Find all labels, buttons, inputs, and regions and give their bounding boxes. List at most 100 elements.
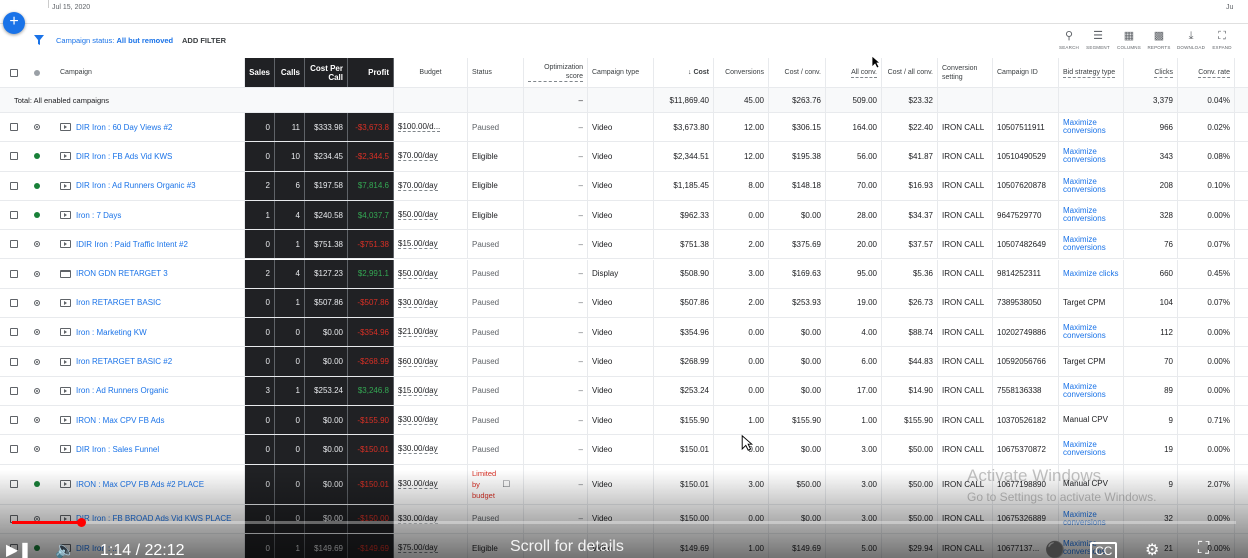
fullscreen-icon[interactable]: ⛶ — [1198, 540, 1209, 558]
cell-bid[interactable]: Target CPM — [1059, 288, 1124, 318]
status-dot[interactable] — [28, 406, 46, 434]
campaign-name-link[interactable]: Iron RETARGET BASIC — [76, 298, 161, 307]
row-checkbox[interactable] — [0, 406, 28, 434]
cell-budget[interactable]: $70.00/day — [394, 142, 468, 171]
cell-budget[interactable]: $21.00/day — [394, 318, 468, 347]
col-profit[interactable]: Profit — [348, 58, 394, 87]
campaign-name-link[interactable]: IRON GDN RETARGET 3 — [76, 269, 168, 278]
campaign-name-link[interactable]: DIR Iron : Ad Runners Organic #3 — [76, 181, 196, 190]
col-clicks[interactable]: Clicks — [1124, 58, 1178, 87]
col-calls[interactable]: Calls — [275, 58, 305, 87]
col-cost[interactable]: ↓ Cost — [654, 58, 714, 87]
table-row[interactable]: DIR Iron : Sales Funnel 0 0 $0.00 -$150.01 $3… — [0, 435, 1248, 465]
col-campaign-type[interactable]: Campaign type — [588, 58, 654, 87]
campaign-status-filter[interactable]: Campaign status: All but removed — [56, 36, 173, 45]
row-checkbox[interactable] — [0, 377, 28, 405]
col-campaign[interactable]: Campaign — [56, 58, 245, 87]
campaign-name-link[interactable]: Iron : Marketing KW — [76, 328, 147, 337]
col-cost-per-conv[interactable]: Cost / conv. — [769, 58, 826, 87]
volume-icon[interactable]: 🔈 — [55, 540, 75, 558]
cell-bid[interactable]: Maximize conversions — [1059, 171, 1124, 200]
status-dot[interactable] — [28, 289, 46, 317]
row-checkbox[interactable] — [0, 172, 28, 200]
row-checkbox[interactable] — [0, 260, 28, 288]
select-all-checkbox[interactable] — [0, 58, 28, 87]
row-checkbox[interactable] — [0, 230, 28, 258]
cell-bid[interactable]: Maximize conversions — [1059, 318, 1124, 347]
status-dot[interactable] — [28, 142, 46, 170]
columns-button[interactable]: ▦ COLUMNS — [1114, 30, 1144, 50]
status-dot[interactable] — [28, 113, 46, 141]
cell-budget[interactable]: $30.00/day — [394, 406, 468, 435]
cell-budget[interactable]: $30.00/day — [394, 288, 468, 318]
col-cost-all-conv[interactable]: Cost / all conv. — [882, 58, 938, 87]
progress-bar[interactable] — [12, 518, 1236, 527]
download-button[interactable]: ⤓ DOWNLOAD — [1176, 30, 1206, 50]
cell-bid[interactable]: Maximize conversions — [1059, 200, 1124, 230]
row-checkbox[interactable] — [0, 289, 28, 317]
table-row[interactable]: IRON GDN RETARGET 3 2 4 $127.23 $2,991.1 $50.… — [0, 259, 1248, 289]
search-button[interactable]: ⚲ SEARCH — [1054, 30, 1084, 50]
filter-icon[interactable] — [34, 35, 44, 45]
table-row[interactable]: Iron : Ad Runners Organic 3 1 $253.24 $3,246… — [0, 376, 1248, 406]
table-row[interactable]: Iron : Marketing KW 0 0 $0.00 -$354.96 $21.00… — [0, 318, 1248, 348]
row-checkbox[interactable] — [0, 318, 28, 346]
campaign-name-link[interactable]: Iron : 7 Days — [76, 211, 121, 220]
cell-bid[interactable]: Maximize conversions — [1059, 376, 1124, 405]
reports-button[interactable]: ▩ REPORTS — [1144, 30, 1174, 50]
cell-budget[interactable]: $70.00/day — [394, 171, 468, 200]
cell-budget[interactable]: $30.00/day — [394, 464, 468, 504]
cell-bid[interactable]: Maximize conversions — [1059, 230, 1124, 259]
trend-icon[interactable]: ☐ — [502, 479, 510, 490]
progress-scrubber[interactable] — [76, 518, 86, 527]
cell-bid[interactable]: Target CPM — [1059, 347, 1124, 376]
status-dot[interactable] — [28, 172, 46, 200]
cell-bid[interactable]: Maximize conversions — [1059, 435, 1124, 464]
campaign-name-link[interactable]: DIR Iron : 60 Day Views #2 — [76, 123, 172, 132]
row-checkbox[interactable] — [0, 201, 28, 229]
table-row[interactable]: Iron RETARGET BASIC #2 0 0 $0.00 -$268.99 $60… — [0, 347, 1248, 377]
status-dot[interactable] — [28, 260, 46, 288]
status-dot[interactable] — [28, 377, 46, 405]
cell-budget[interactable]: $60.00/day — [394, 347, 468, 376]
cell-budget[interactable]: $15.00/day — [394, 376, 468, 405]
col-cost-per-call[interactable]: Cost Per Call — [305, 58, 348, 87]
status-dot[interactable] — [28, 230, 46, 258]
expand-button[interactable]: ⛶ EXPAND — [1207, 30, 1237, 50]
campaign-name-link[interactable]: DIR Iron : FB Ads Vid KWS — [76, 152, 172, 161]
cell-bid[interactable]: Maximize conversions — [1059, 142, 1124, 171]
row-checkbox[interactable] — [0, 435, 28, 463]
status-dot[interactable] — [28, 318, 46, 346]
cell-bid[interactable]: Manual CPV — [1059, 406, 1124, 435]
campaign-name-link[interactable]: IRON : Max CPV FB Ads #2 PLACE — [76, 480, 204, 489]
add-filter-button[interactable]: ADD FILTER — [182, 36, 226, 45]
cell-bid[interactable]: Maximize clicks — [1059, 259, 1124, 288]
status-dot[interactable] — [28, 435, 46, 463]
segment-button[interactable]: ☰ SEGMENT — [1083, 30, 1113, 50]
status-dot[interactable] — [28, 465, 46, 504]
table-row[interactable]: IRON : Max CPV FB Ads 0 0 $0.00 -$155.90 $30.… — [0, 406, 1248, 436]
campaign-name-link[interactable]: DIR Iron : Sales Funnel — [76, 445, 159, 454]
row-checkbox[interactable] — [0, 113, 28, 141]
col-conversions[interactable]: Conversions — [714, 58, 769, 87]
campaign-name-link[interactable]: IRON : Max CPV FB Ads — [76, 416, 164, 425]
play-button[interactable]: ▶❚ — [6, 540, 32, 558]
table-row[interactable]: Iron : 7 Days 1 4 $240.58 $4,037.7 $50.00/day… — [0, 200, 1248, 231]
row-checkbox[interactable] — [0, 347, 28, 375]
table-row[interactable]: DIR Iron : FB Ads Vid KWS 0 10 $234.45 -$2,3… — [0, 142, 1248, 172]
col-conversion-setting[interactable]: Conversion setting — [938, 58, 993, 87]
col-optimization-score[interactable]: Optimization score — [524, 58, 588, 87]
table-row[interactable]: Iron RETARGET BASIC 0 1 $507.86 -$507.86 $30.… — [0, 288, 1248, 319]
table-row[interactable]: IDIR Iron : Paid Traffic Intent #2 0 1 $751… — [0, 230, 1248, 260]
table-row[interactable]: DIR Iron : 60 Day Views #2 0 11 $333.98 -$3,… — [0, 113, 1248, 143]
autoplay-toggle[interactable]: ⚫ — [1045, 540, 1065, 558]
col-status[interactable]: Status — [468, 58, 524, 87]
captions-button[interactable]: CC — [1090, 542, 1118, 558]
settings-gear-icon[interactable]: ⚙ — [1145, 540, 1159, 558]
row-checkbox[interactable] — [0, 142, 28, 170]
cell-budget[interactable]: $50.00/day — [394, 259, 468, 288]
col-conv-rate[interactable]: Conv. rate — [1178, 58, 1235, 87]
cell-budget[interactable]: $15.00/day — [394, 230, 468, 259]
status-dot[interactable] — [28, 201, 46, 229]
col-bid-strategy[interactable]: Bid strategy type — [1059, 58, 1124, 87]
